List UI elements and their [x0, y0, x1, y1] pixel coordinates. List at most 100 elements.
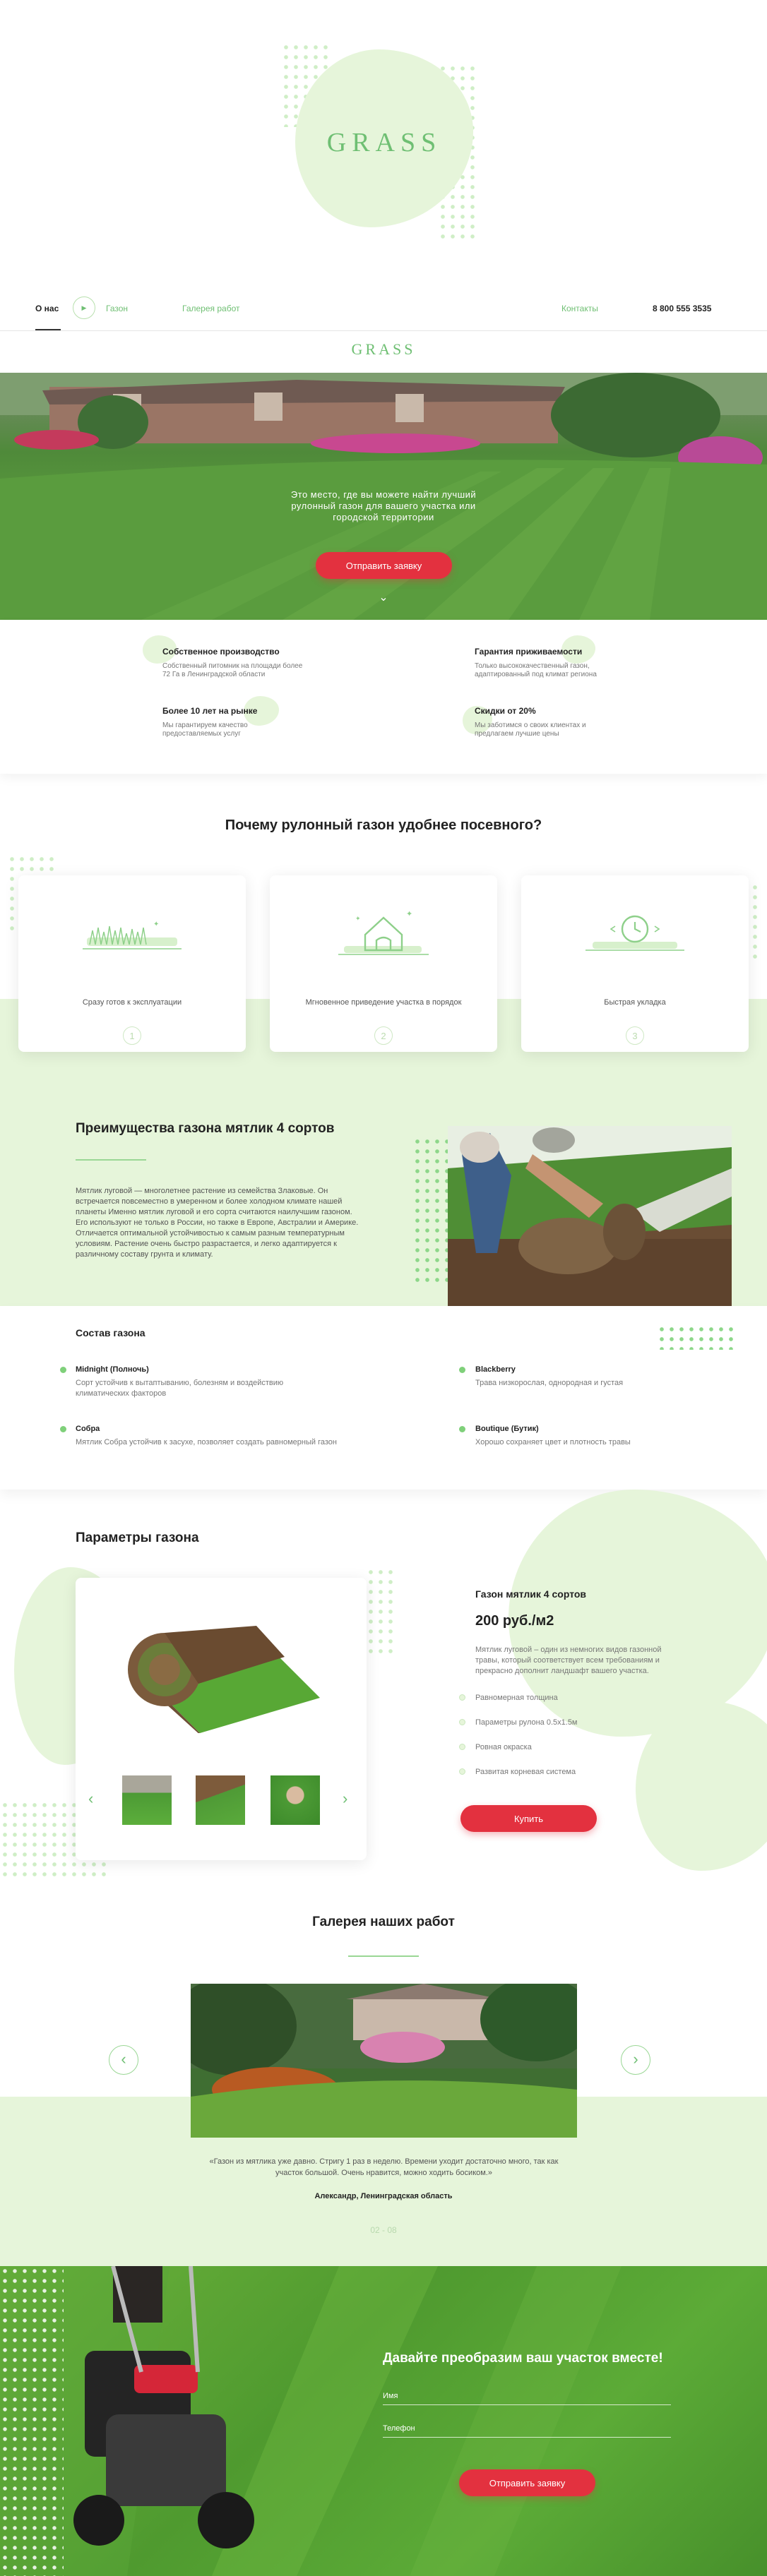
nav-about[interactable]: О нас	[35, 304, 59, 313]
composition-item-name: Midnight (Полночь)	[76, 1365, 149, 1374]
composition-item-name: Boutique (Бутик)	[475, 1425, 539, 1433]
bullet-icon	[459, 1768, 465, 1775]
composition-item-desc: Трава низкорослая, однородная и густая	[475, 1379, 624, 1387]
feature-title: Гарантия приживаемости	[475, 647, 583, 657]
nav-lawn[interactable]: Газон	[106, 304, 128, 313]
gallery-counter: 02 - 08	[370, 2225, 397, 2235]
composition-item-name: Cобра	[76, 1425, 100, 1433]
composition-item-desc: Сорт устойчив к вытаптыванию, болезням и…	[76, 1379, 284, 1398]
product-name: Газон мятлик 4 сортов	[475, 1588, 587, 1600]
params-title: Параметры газона	[76, 1530, 199, 1545]
nav-gallery[interactable]: Галерея работ	[182, 304, 239, 313]
phone-field-label[interactable]: Телефон	[383, 2424, 415, 2433]
bullet-icon	[459, 1744, 465, 1750]
composition: Состав газона Midnight (Полночь) Сорт ус…	[0, 1306, 767, 1490]
dots-decoration	[657, 1324, 735, 1350]
gallery-title: Галерея наших работ	[312, 1915, 455, 1929]
gallery-prev-button[interactable]: ‹	[109, 2045, 138, 2075]
secondary-logo: GRASS	[351, 340, 416, 358]
phone-field[interactable]	[383, 2437, 671, 2438]
contact-submit-button[interactable]: Отправить заявку	[459, 2469, 595, 2496]
turf-roll-image	[128, 1626, 320, 1733]
why-card-label: Сразу готов к эксплуатации	[82, 998, 182, 1007]
feature-text: Мы заботимся о своих клиентах и предлага…	[475, 721, 586, 738]
bullet-icon	[459, 1719, 465, 1725]
name-field-label[interactable]: Имя	[383, 2392, 398, 2400]
composition-item-desc: Мятлик Cобра устойчив к засухе, позволяе…	[76, 1438, 337, 1446]
testimonial-quote: «Газон из мятлика уже давно. Стригу 1 ра…	[209, 2157, 559, 2177]
carousel-next-button[interactable]: ›	[343, 1790, 347, 1808]
hero: Это место, где вы можете найти лучший ру…	[0, 373, 767, 620]
clock-icon	[585, 915, 684, 951]
why-card-number: 1	[123, 1026, 141, 1045]
main-logo: GRASS	[326, 128, 442, 157]
advantages-text: Мятлик луговой — многолетнее растение из…	[76, 1187, 359, 1259]
product-thumbnail[interactable]	[196, 1775, 245, 1825]
product-feature: Развитая корневая система	[475, 1768, 576, 1776]
composition-item-name: Blackberry	[475, 1365, 516, 1374]
product-thumbnail[interactable]	[270, 1775, 320, 1825]
nav-divider	[0, 330, 767, 331]
top-logo-section: GRASS	[0, 0, 767, 282]
contact-title: Давайте преобразим ваш участок вместе!	[383, 2351, 663, 2366]
product-thumbnail[interactable]	[122, 1775, 172, 1825]
feature-title: Собственное производство	[162, 647, 280, 657]
why-card: ✦ Сразу готов к эксплуатации 1	[18, 875, 246, 1052]
why-card: ✦ ✦ Мгновенное приведение участка в поря…	[270, 875, 497, 1052]
gallery-photo	[191, 1984, 577, 2138]
composition-item-desc: Хорошо сохраняет цвет и плотность травы	[475, 1438, 631, 1446]
feature-title: Более 10 лет на рынке	[162, 706, 258, 716]
why-card-number: 3	[626, 1026, 644, 1045]
bullet-icon	[459, 1694, 465, 1701]
product-price: 200 руб./м2	[475, 1613, 554, 1629]
gallery-divider	[348, 1955, 419, 1957]
scroll-down-icon[interactable]: ⌄	[377, 590, 390, 604]
why-card-label: Быстрая укладка	[604, 998, 666, 1007]
lawn-mower-photo	[0, 2266, 622, 2576]
nav-phone[interactable]: 8 800 555 3535	[653, 304, 711, 313]
svg-text:✦: ✦	[355, 915, 361, 922]
svg-text:✦: ✦	[153, 921, 159, 928]
why-card: Быстрая укладка 3	[521, 875, 749, 1052]
feature-text: Собственный питомник на площади более 72…	[162, 662, 303, 678]
product-feature: Равномерная толщина	[475, 1694, 558, 1702]
dots-decoration	[412, 1137, 448, 1285]
nav-contacts[interactable]: Контакты	[561, 304, 598, 313]
bullet-icon	[60, 1426, 66, 1432]
carousel-prev-button[interactable]: ‹	[88, 1790, 93, 1808]
nav-play-icon[interactable]: ▶	[73, 296, 95, 319]
composition-title: Состав газона	[76, 1327, 145, 1338]
product-card: ‹ ›	[76, 1578, 367, 1860]
product-feature: Ровная окраска	[475, 1743, 532, 1751]
name-field[interactable]	[383, 2404, 671, 2405]
testimonial-author: Александр, Ленинградская область	[314, 2192, 453, 2200]
feature-title: Скидки от 20%	[475, 706, 536, 716]
why-card-number: 2	[374, 1026, 393, 1045]
params-section: Параметры газона ‹ › Газон мятлик 4 сорт…	[0, 1490, 767, 1885]
svg-text:✦: ✦	[406, 910, 412, 918]
hero-headline: Это место, где вы можете найти лучший ру…	[290, 489, 477, 522]
feature-text: Только высококачественный газон, адаптир…	[475, 662, 597, 678]
advantages-divider	[76, 1159, 146, 1161]
house-icon: ✦ ✦	[338, 910, 429, 955]
gallery-next-button[interactable]: ›	[621, 2045, 650, 2075]
bullet-icon	[459, 1367, 465, 1373]
bullet-icon	[459, 1426, 465, 1432]
gallery-section: Галерея наших работ ‹ › «Газон из мятлик…	[0, 1885, 767, 2266]
why-card-label: Мгновенное приведение участка в порядок	[305, 998, 462, 1007]
buy-button[interactable]: Купить	[460, 1805, 597, 1832]
dots-decoration	[366, 1567, 394, 1659]
feature-text: Мы гарантируем качество предоставляемых …	[162, 721, 248, 738]
dots-decoration	[0, 2266, 64, 2576]
bullet-icon	[60, 1367, 66, 1373]
lawn-laying-photo	[448, 1126, 732, 1324]
advantages-title: Преимущества газона мятлик 4 сортов	[76, 1121, 335, 1136]
product-feature: Параметры рулона 0.5х1.5м	[475, 1718, 578, 1727]
product-description: Мятлик луговой – один из немногих видов …	[475, 1646, 662, 1675]
why-title: Почему рулонный газон удобнее посевного?	[225, 817, 542, 833]
hero-cta-button[interactable]: Отправить заявку	[316, 552, 452, 579]
main-nav: О нас ▶ Газон Галерея работ Контакты 8 8…	[0, 296, 767, 332]
grass-icon: ✦	[83, 921, 182, 949]
features: Собственное производство Собственный пит…	[0, 620, 767, 774]
contact-section: Давайте преобразим ваш участок вместе! И…	[0, 2266, 767, 2576]
